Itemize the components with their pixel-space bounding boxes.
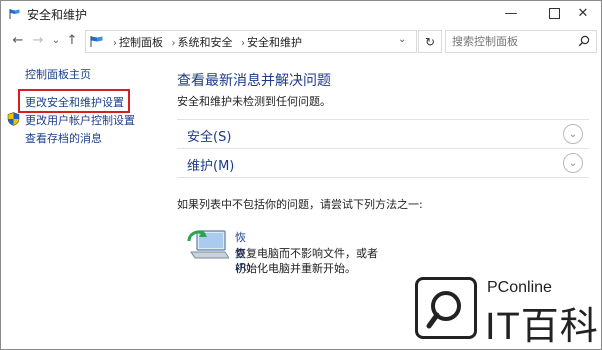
breadcrumb-separator: ›	[113, 38, 117, 49]
maximize-icon	[548, 7, 560, 19]
forward-button[interactable]: →	[29, 30, 47, 50]
breadcrumb: › 控制面板 › 系统和安全 › 安全和维护	[110, 34, 304, 50]
page-title: 查看最新消息并解决问题	[177, 73, 331, 89]
watermark: PConline IT百科	[403, 269, 599, 348]
chevron-down-icon[interactable]: ⌄	[563, 153, 583, 173]
flag-icon	[90, 36, 103, 47]
search-box[interactable]	[445, 30, 597, 53]
recovery-description: 恢复电脑而不影响文件，或者 初始化电脑并重新开始。	[235, 246, 378, 276]
refresh-button[interactable]: ↻	[418, 30, 442, 53]
close-button[interactable]: ✕	[563, 1, 602, 25]
window-title: 安全和维护	[27, 8, 88, 22]
recovery-description-line: 初始化电脑并重新开始。	[235, 262, 356, 275]
breadcrumb-separator: ›	[241, 38, 245, 49]
breadcrumb-separator: ›	[171, 38, 176, 49]
breadcrumb-item[interactable]: 安全和维护	[247, 36, 302, 49]
sidebar-item-view-archived-messages[interactable]: 查看存档的消息	[25, 130, 102, 146]
flag-icon	[9, 9, 20, 19]
watermark-logo-icon	[415, 277, 477, 339]
maintenance-section[interactable]: 维护(M) ⌄	[177, 148, 589, 178]
address-dropdown-icon[interactable]: ⌄	[398, 34, 406, 45]
highlight-box	[18, 89, 130, 113]
sidebar-item-change-uac-settings[interactable]: 更改用户帐户控制设置	[25, 112, 135, 128]
navigation-bar: ← → ⌄ ↑ › 控制面板 › 系统和安全 › 安全和维护 ⌄ ↻	[1, 27, 601, 53]
address-bar[interactable]: › 控制面板 › 系统和安全 › 安全和维护 ⌄	[85, 30, 417, 53]
breadcrumb-item[interactable]: 控制面板	[119, 36, 163, 49]
chevron-down-icon[interactable]: ⌄	[563, 124, 583, 144]
recovery-icon	[187, 230, 229, 259]
watermark-logo-text: IT百科	[485, 306, 599, 348]
security-section-label: 安全(S)	[187, 130, 232, 145]
back-button[interactable]: ←	[9, 30, 27, 50]
status-text: 安全和维护未检测到任何问题。	[177, 95, 331, 108]
search-icon	[578, 35, 590, 47]
minimize-button[interactable]: —	[491, 1, 531, 25]
hint-text: 如果列表中不包括你的问题，请尝试下列方法之一:	[177, 198, 423, 211]
breadcrumb-item[interactable]: 系统和安全	[178, 36, 233, 49]
title-bar: 安全和维护 — ✕	[1, 1, 601, 27]
search-input[interactable]	[452, 33, 570, 49]
maintenance-section-label: 维护(M)	[187, 159, 235, 174]
recovery-description-line: 恢复电脑而不影响文件，或者	[235, 247, 378, 260]
uac-shield-icon	[7, 112, 20, 126]
security-section[interactable]: 安全(S) ⌄	[177, 119, 589, 148]
control-panel-window: 安全和维护 — ✕ ← → ⌄ ↑ › 控制面板 › 系统和安全 › 安全和维护 ⌄ …	[0, 0, 602, 350]
sidebar-item-control-panel-home[interactable]: 控制面板主页	[25, 66, 91, 82]
up-button[interactable]: ↑	[63, 30, 81, 50]
